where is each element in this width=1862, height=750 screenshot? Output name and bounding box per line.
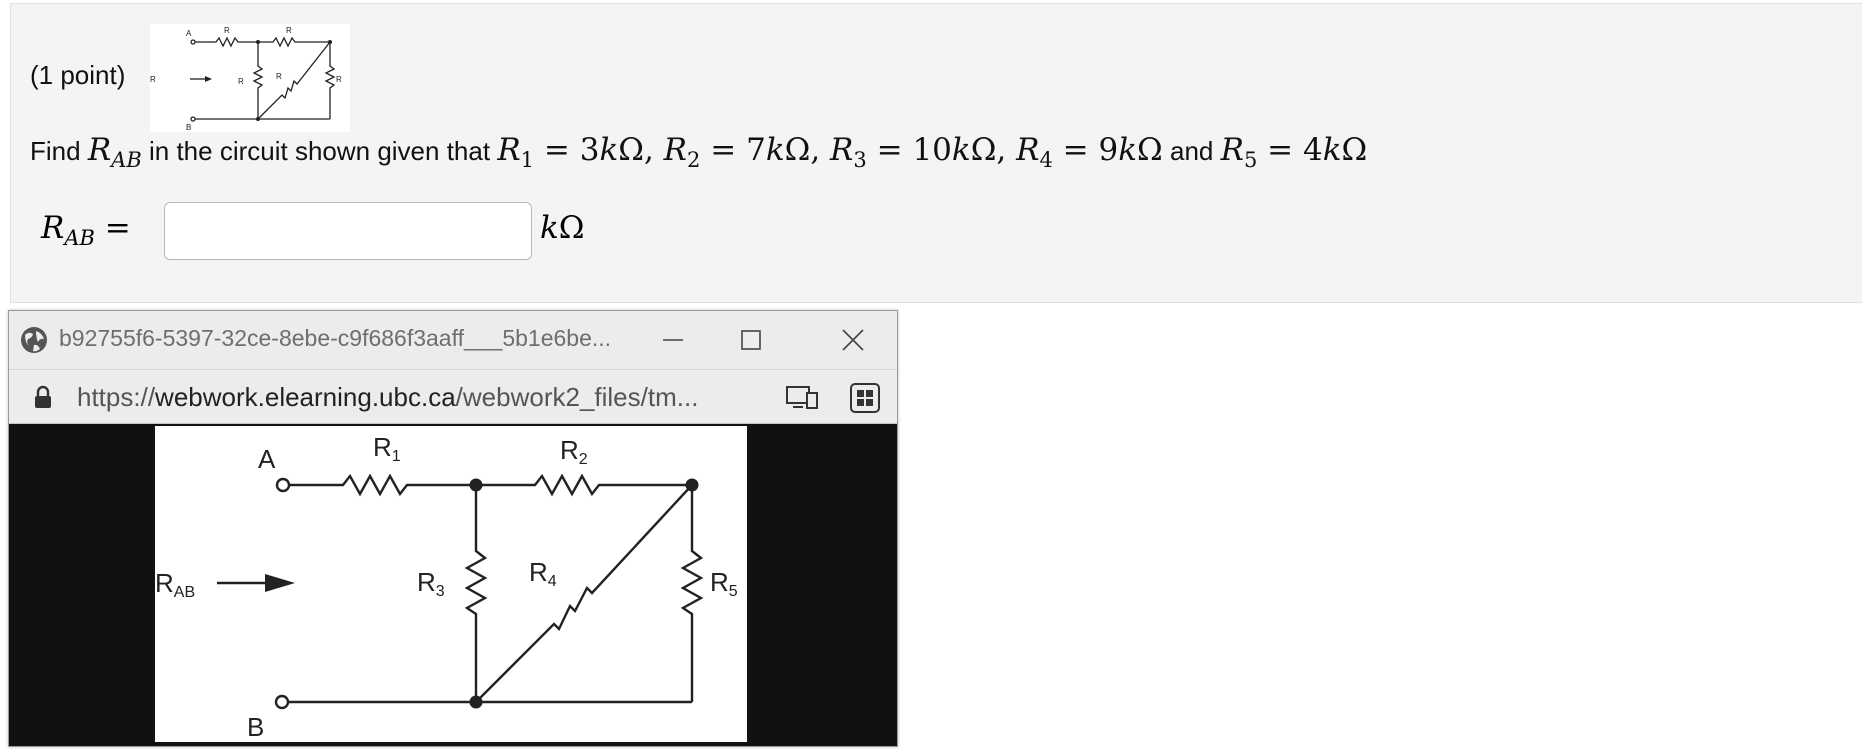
r3-label: R	[417, 567, 436, 597]
answer-input[interactable]	[164, 202, 532, 260]
node-a-label: A	[258, 444, 276, 474]
thumb-node-b: B	[186, 123, 191, 132]
r5-value: R5 = 4kΩ	[1220, 132, 1368, 172]
thumb-rab-label: R	[150, 75, 156, 84]
r3-sub: 3	[436, 583, 445, 600]
find-word: Find	[30, 136, 81, 166]
r2-label: R	[560, 435, 579, 465]
svg-text:R3: R3	[417, 567, 445, 600]
question-text: Find RAB in the circuit shown given that…	[30, 132, 1368, 172]
shown-text: in the circuit shown given that	[149, 136, 491, 166]
maximize-icon	[741, 330, 761, 350]
popup-title-bar[interactable]: b92755f6-5397-32ce-8ebe-c9f686f3aaff___5…	[9, 311, 897, 369]
answer-unit: kΩ	[540, 210, 585, 246]
r-values: R1 = 3kΩ, R2 = 7kΩ, R3 = 10kΩ, R4 = 9kΩ	[497, 132, 1163, 172]
svg-text:RAB: RAB	[155, 568, 195, 601]
circuit-thumbnail[interactable]: A B R R R R R R	[150, 24, 350, 132]
globe-icon	[19, 325, 49, 355]
rab-symbol: RAB	[87, 132, 142, 172]
popup-image-area: A B R1 R2 R3 R4 R5 RAB	[9, 424, 897, 746]
rab-sub: AB	[174, 584, 195, 601]
circuit-diagram: A B R1 R2 R3 R4 R5 RAB	[155, 432, 738, 742]
r5-label: R	[710, 567, 729, 597]
thumb-r1-label: R	[224, 26, 230, 35]
thumb-r5-label: R	[336, 75, 342, 84]
url-text[interactable]: https://webwork.elearning.ubc.ca/webwork…	[77, 382, 698, 413]
maximize-button[interactable]	[721, 311, 781, 369]
thumb-node-a: A	[186, 29, 192, 38]
url-bar[interactable]: https://webwork.elearning.ubc.ca/webwork…	[9, 369, 897, 424]
minimize-icon	[663, 339, 683, 341]
close-icon	[842, 329, 864, 351]
answer-label: RAB =	[41, 210, 131, 250]
svg-text:R5: R5	[710, 567, 738, 600]
circuit-thumbnail-diagram: A B R R R R R R	[150, 26, 342, 132]
r4-sub: 4	[548, 573, 557, 590]
thumb-r3-label: R	[238, 77, 244, 86]
rab-label: R	[155, 568, 174, 598]
device-icon[interactable]	[785, 382, 819, 417]
minimize-button[interactable]	[643, 311, 703, 369]
node-b-label: B	[247, 712, 264, 742]
points-label: (1 point)	[30, 60, 126, 90]
svg-text:R4: R4	[529, 557, 557, 590]
extensions-icon[interactable]	[849, 382, 881, 419]
r5-sub: 5	[729, 583, 738, 600]
r4-label: R	[529, 557, 548, 587]
close-button[interactable]	[823, 311, 883, 369]
thumb-r2-label: R	[286, 26, 292, 35]
svg-text:R2: R2	[560, 435, 588, 468]
lock-icon	[33, 385, 53, 414]
image-popup-window: b92755f6-5397-32ce-8ebe-c9f686f3aaff___5…	[8, 310, 898, 747]
r1-label: R	[373, 432, 392, 462]
r2-sub: 2	[579, 451, 588, 468]
and-word: and	[1169, 136, 1214, 166]
thumb-r4-label: R	[276, 72, 282, 81]
r1-sub: 1	[392, 448, 401, 465]
circuit-image: A B R1 R2 R3 R4 R5 RAB	[155, 426, 747, 742]
popup-title: b92755f6-5397-32ce-8ebe-c9f686f3aaff___5…	[59, 325, 612, 351]
problem-panel: (1 point) A B R R R R R R Find RAB in th…	[10, 3, 1862, 303]
svg-text:R1: R1	[373, 432, 401, 465]
